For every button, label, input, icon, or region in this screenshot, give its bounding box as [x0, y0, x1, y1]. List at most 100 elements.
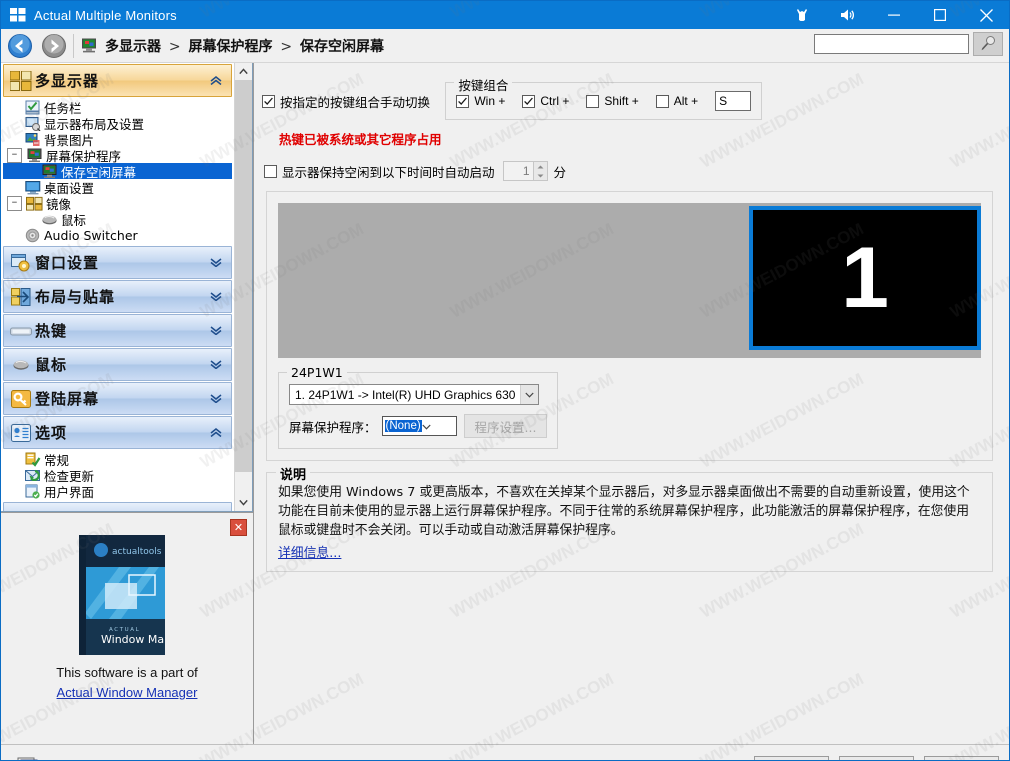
idle-minutes-unit: 分 [553, 164, 567, 180]
stepper-buttons[interactable] [532, 161, 548, 181]
idle-auto-checkbox[interactable]: 显示器保持空闲到以下时间时自动启动 [264, 162, 495, 181]
sidebar-item-label: Audio Switcher [44, 227, 138, 243]
scroll-up-icon[interactable] [235, 63, 252, 80]
sidebar-group-6[interactable]: 选项 [3, 416, 232, 449]
update-icon [24, 468, 41, 483]
modifier-label: Ctrl + [540, 94, 570, 108]
screensaver-settings-button[interactable]: 程序设置... [463, 414, 548, 438]
sidebar-item-6-1[interactable]: 检查更新 [3, 467, 232, 484]
navigation-bar: 多显示器 > 屏幕保护程序 > 保存空闲屏幕 [1, 29, 1009, 63]
undo-icon[interactable] [63, 752, 97, 760]
modifier-alt[interactable]: Alt + [655, 94, 699, 108]
wrench-icon[interactable] [779, 1, 825, 29]
modifier-win[interactable]: Win + [456, 94, 505, 108]
idle-auto-row: 显示器保持空闲到以下时间时自动启动 分 [264, 161, 1003, 181]
stepper-up-icon[interactable] [534, 162, 547, 171]
apply-button[interactable]: 应用 [924, 756, 999, 760]
modifier-ctrl[interactable]: Ctrl + [522, 94, 569, 108]
application-window: Actual Multiple Monitors 多显示器 > 屏幕保护程序 >… [0, 0, 1010, 761]
idle-minutes-stepper[interactable] [502, 161, 548, 181]
speaker-icon[interactable] [825, 1, 871, 29]
ok-button[interactable]: 确定 [754, 756, 829, 760]
promo-panel: ✕ actualtools ACTUAL Window Ma This soft… [1, 512, 253, 744]
modifier-label: Alt + [673, 94, 699, 108]
sidebar-item-0-1[interactable]: 显示器布局及设置 [3, 115, 232, 132]
product-boxshot: actualtools ACTUAL Window Manager [79, 535, 197, 655]
adapter-dropdown[interactable]: 1. 24P1W1 -> Intel(R) UHD Graphics 630 [289, 384, 540, 405]
sidebar-scrollbar[interactable] [234, 63, 252, 511]
magnifier-icon[interactable] [973, 32, 1003, 56]
sidebar-group-0[interactable]: 多显示器 [3, 64, 232, 97]
scroll-thumb[interactable] [235, 80, 252, 472]
navigation-list: 多显示器 任务栏 显示器布局及设置 背景图片 − 屏幕保护程序 保存空闲屏幕 桌面设置 − 镜像鼠… [1, 63, 234, 511]
modifier-shift[interactable]: Shift + [586, 94, 639, 108]
breadcrumb-item-0[interactable]: 多显示器 [105, 39, 161, 55]
main-body: 多显示器 任务栏 显示器布局及设置 背景图片 − 屏幕保护程序 保存空闲屏幕 桌面设置 − 镜像鼠… [1, 63, 1009, 744]
scroll-track[interactable] [235, 80, 252, 494]
title-bar: Actual Multiple Monitors [1, 1, 1009, 29]
sidebar-item-6-0[interactable]: 常规 [3, 451, 232, 468]
screensaver-icon [26, 148, 43, 163]
promo-caption: This software is a part of [56, 665, 198, 680]
sidebar-item-label: 鼠标 [61, 212, 87, 228]
sidebar-item-0-7[interactable]: 鼠标 [3, 211, 232, 228]
scroll-down-icon[interactable] [235, 494, 252, 511]
sidebar-group-4[interactable]: 鼠标 [3, 348, 232, 381]
audio-switcher-icon [24, 228, 41, 243]
description-text: 如果您使用 Windows 7 或更高版本，不喜欢在关掉某个显示器后，对多显示器… [278, 485, 970, 538]
sidebar-item-0-6[interactable]: − 镜像 [3, 195, 232, 212]
checkbox-box [456, 94, 470, 108]
display-layout-icon [24, 116, 41, 131]
options-icon [7, 423, 35, 442]
breadcrumb-item-1[interactable]: 屏幕保护程序 [188, 39, 272, 55]
sidebar-group-2[interactable]: 布局与贴靠 [3, 280, 232, 313]
back-arrow-icon[interactable] [5, 31, 35, 61]
breadcrumb-item-2[interactable]: 保存空闲屏幕 [300, 39, 384, 55]
sidebar-group-5[interactable]: 登陆屏幕 [3, 382, 232, 415]
sidebar-item-0-5[interactable]: 桌面设置 [3, 179, 232, 196]
breadcrumb: 多显示器 > 屏幕保护程序 > 保存空闲屏幕 [105, 36, 384, 56]
monitor-fieldset: 24P1W1 1. 24P1W1 -> Intel(R) UHD Graphic… [278, 365, 559, 449]
search-input[interactable] [814, 34, 969, 54]
search-area [814, 32, 1003, 56]
general-icon [24, 452, 41, 467]
chevron-down-icon [422, 419, 431, 433]
sidebar-item-label: 用户界面 [44, 484, 95, 500]
chevron-icon [210, 324, 222, 338]
help-icon[interactable]: ? [11, 752, 45, 760]
hotkey-key-input[interactable] [715, 91, 752, 111]
monitor-legend: 24P1W1 [287, 365, 347, 380]
sidebar-item-0-4[interactable]: 保存空闲屏幕 [3, 163, 232, 180]
key-icon [7, 389, 35, 408]
minimize-button[interactable] [871, 1, 917, 29]
sidebar-group-label: 热键 [35, 322, 68, 340]
screensaver-dropdown[interactable]: (None) [381, 416, 457, 436]
idle-screen-icon [41, 164, 58, 179]
close-button[interactable] [963, 1, 1009, 29]
sidebar-group-7[interactable]: 工具 [3, 502, 232, 511]
manual-switch-checkbox[interactable]: 按指定的按键组合手动切换 [262, 92, 430, 111]
keyboard-icon [7, 325, 35, 337]
screensaver-row: 屏幕保护程序： (None) 程序设置... [289, 414, 548, 438]
mouse-icon [41, 213, 58, 226]
cancel-button[interactable]: 取消 [839, 756, 914, 760]
forward-arrow-icon[interactable] [39, 31, 69, 61]
sidebar-group-3[interactable]: 热键 [3, 314, 232, 347]
expander-toggle[interactable]: − [7, 147, 22, 163]
description-link[interactable]: 详细信息... [278, 542, 341, 561]
stepper-down-icon[interactable] [534, 171, 547, 180]
chevron-icon [210, 290, 222, 304]
idle-minutes-input[interactable] [502, 161, 533, 181]
sidebar-item-6-2[interactable]: 用户界面 [3, 483, 232, 500]
promo-link[interactable]: Actual Window Manager [1, 685, 253, 700]
redo-icon[interactable] [103, 752, 137, 760]
expander-toggle[interactable]: − [7, 195, 22, 211]
monitor-1-preview[interactable]: 1 [749, 206, 981, 350]
sidebar-group-1[interactable]: 窗口设置 [3, 246, 232, 279]
sidebar: 多显示器 任务栏 显示器布局及设置 背景图片 − 屏幕保护程序 保存空闲屏幕 桌面设置 − 镜像鼠… [1, 63, 254, 744]
description-legend: 说明 [276, 464, 311, 483]
promo-close-button[interactable]: ✕ [230, 519, 247, 536]
maximize-button[interactable] [917, 1, 963, 29]
hotkey-fieldset: 按键组合 Win + Ctrl + Shift + Alt + S [445, 75, 763, 120]
sidebar-item-0-8[interactable]: Audio Switcher [3, 227, 232, 243]
